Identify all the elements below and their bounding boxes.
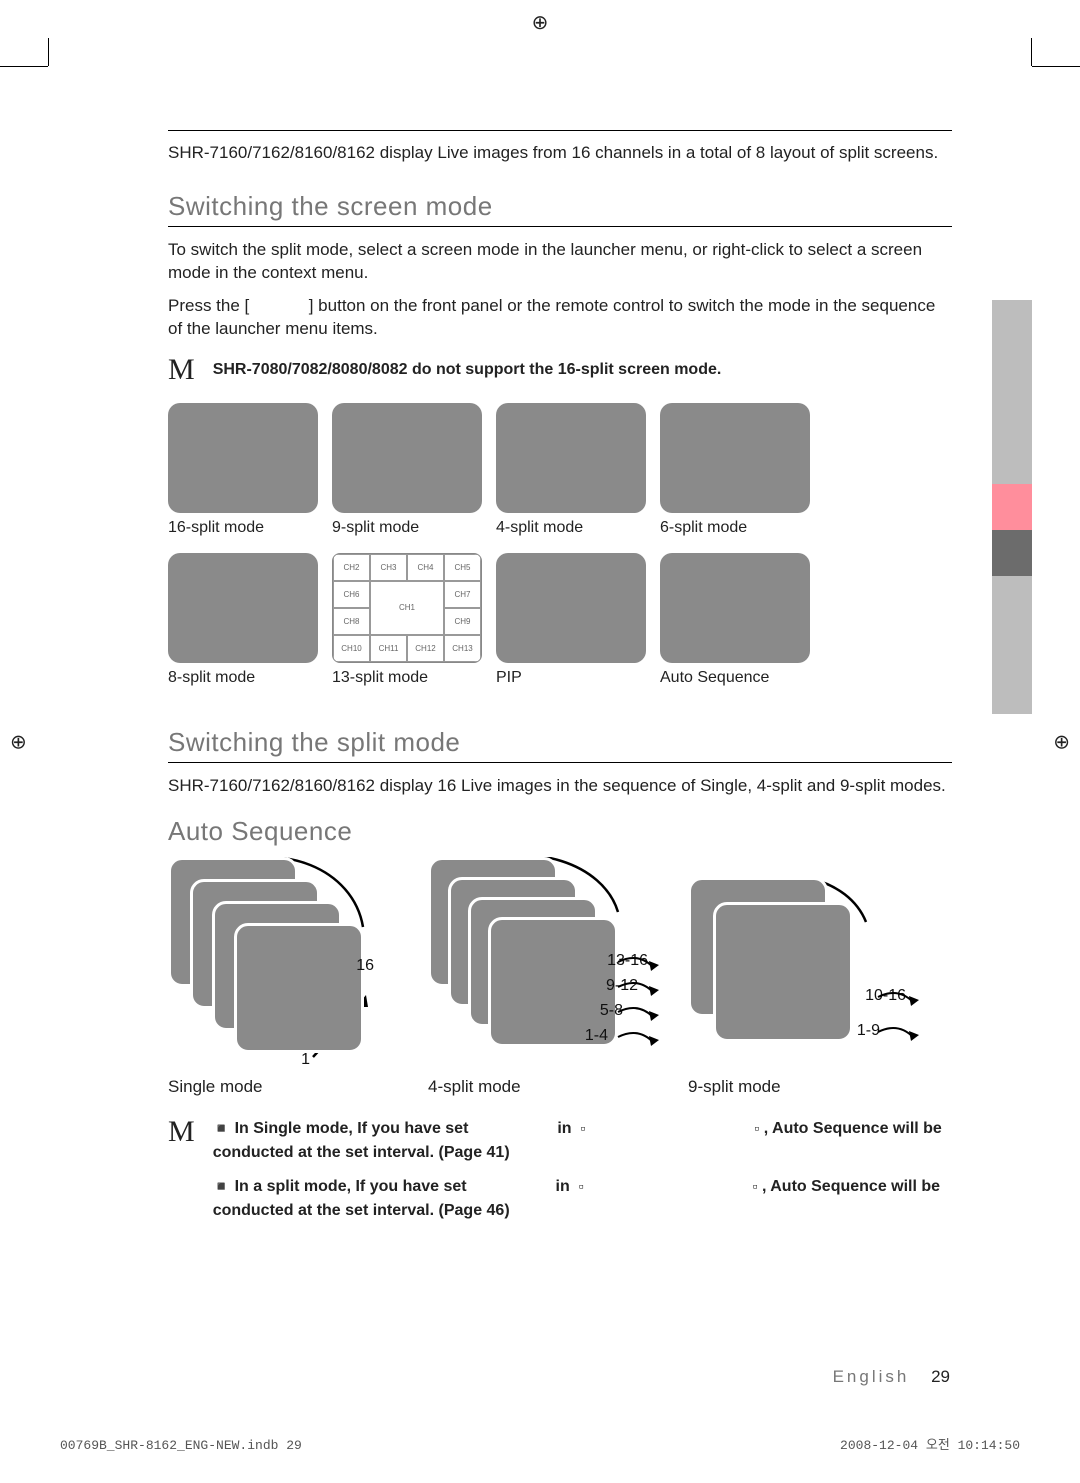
mode-cell-13split: CH2 CH3 CH4 CH5 CH6 CH1 CH7 CH8 CH9 CH10… [332, 553, 482, 697]
mode-label: 4-split mode [496, 519, 646, 537]
bullet-icon: ◾ [213, 1178, 230, 1194]
crop-mark [1032, 66, 1080, 67]
body-text: Press the [ ] button on the front panel … [168, 295, 952, 341]
page-footer: English 29 [833, 1367, 950, 1387]
intro-text: SHR-7160/7162/8160/8162 display Live ima… [168, 143, 952, 163]
note-block: M SHR-7080/7082/8080/8082 do not support… [168, 355, 952, 385]
mode-label: 9-split mode [332, 519, 482, 537]
thumb-13split: CH2 CH3 CH4 CH5 CH6 CH1 CH7 CH8 CH9 CH10… [332, 553, 482, 663]
seq-9split: 10-16 1-9 9-split mode [688, 877, 878, 1097]
section-heading-auto-sequence: Auto Sequence [168, 816, 952, 847]
mode-label: 13-split mode [332, 669, 482, 687]
note-line: ◾ In a split mode, If you have set in ▫ … [213, 1175, 952, 1223]
footer-language: English [833, 1367, 910, 1386]
seq-number: 1-4 [585, 1027, 608, 1045]
grid-cell: CH10 [333, 635, 370, 662]
mode-cell-4split: 4-split mode [496, 403, 646, 547]
mode-cell-autoseq: Auto Sequence [660, 553, 810, 697]
stack-single: 16 1 [168, 857, 368, 1067]
section-heading-screen-mode: Switching the screen mode [168, 191, 952, 222]
note-list: ◾ In Single mode, If you have set in ▫ ▫… [213, 1117, 952, 1223]
note-line: ◾ In Single mode, If you have set in ▫ ▫… [213, 1117, 952, 1165]
registration-mark-icon: ⊕ [10, 729, 27, 754]
mode-label: Auto Sequence [660, 669, 810, 687]
text-fragment: ] button on the front panel or the remot… [168, 296, 935, 338]
stack-four: 13-16 9-12 5-8 1-4 [428, 857, 628, 1067]
thumb-pip [496, 553, 646, 663]
note-text: SHR-7080/7082/8080/8082 do not support t… [213, 355, 722, 379]
grid-cell: CH7 [444, 581, 481, 608]
seq-label: 4-split mode [428, 1077, 521, 1097]
grid-cell: CH11 [370, 635, 407, 662]
note-icon: M [168, 355, 195, 385]
thumb-16split [168, 403, 318, 513]
seq-label: 9-split mode [688, 1077, 781, 1097]
rule [168, 762, 952, 763]
stack-nine: 10-16 1-9 [688, 877, 878, 1067]
card [234, 923, 364, 1053]
grid-13: CH2 CH3 CH4 CH5 CH6 CH1 CH7 CH8 CH9 CH10… [333, 554, 481, 662]
mode-label: 16-split mode [168, 519, 318, 537]
body-text: SHR-7160/7162/8160/8162 display 16 Live … [168, 775, 952, 798]
thumb-4split [496, 403, 646, 513]
mode-cell-9split: 9-split mode [332, 403, 482, 547]
grid-cell: CH6 [333, 581, 370, 608]
text-fragment: In a split mode, If you have set [235, 1178, 467, 1195]
seq-number: 16 [356, 957, 374, 975]
menu-path-icon: ▫ [753, 1178, 758, 1194]
bullet-icon: ◾ [213, 1120, 230, 1136]
text-fragment: In Single mode, If you have set [235, 1120, 469, 1137]
menu-path-icon: ▫ [754, 1120, 759, 1136]
grid-cell: CH4 [407, 554, 444, 581]
step-arrows-icon [873, 982, 933, 1052]
mode-label: 6-split mode [660, 519, 810, 537]
crop-mark [0, 66, 48, 67]
seq-single: 16 1 Single mode [168, 857, 368, 1097]
print-footer-right: 2008-12-04 오전 10:14:50 [840, 1434, 1020, 1453]
mode-label: 8-split mode [168, 669, 318, 687]
seq-4split: 13-16 9-12 5-8 1-4 4-split mode [428, 857, 628, 1097]
mode-cell-16split: 16-split mode [168, 403, 318, 547]
grid-cell: CH13 [444, 635, 481, 662]
thumb-autoseq [660, 553, 810, 663]
note-block: M ◾ In Single mode, If you have set in ▫… [168, 1117, 952, 1223]
grid-cell: CH5 [444, 554, 481, 581]
text-fragment: in [557, 1120, 571, 1137]
mode-cell-6split: 6-split mode [660, 403, 810, 547]
body-text: To switch the split mode, select a scree… [168, 239, 952, 285]
registration-mark-icon: ⊕ [1053, 729, 1070, 754]
menu-path-icon: ▫ [580, 1120, 585, 1136]
registration-mark-icon: ⊕ [532, 10, 549, 35]
split-mode-grid: 16-split mode 9-split mode 4-split mode … [168, 403, 952, 697]
thumb-6split [660, 403, 810, 513]
mode-cell-8split: 8-split mode [168, 553, 318, 697]
rule [168, 130, 952, 131]
grid-cell: CH9 [444, 608, 481, 635]
text-fragment: Press the [ [168, 296, 249, 315]
thumb-8split [168, 553, 318, 663]
grid-cell: CH8 [333, 608, 370, 635]
page-content: SHR-7160/7162/8160/8162 display Live ima… [48, 66, 1032, 1417]
grid-cell-main: CH1 [370, 581, 444, 635]
menu-path-icon: ▫ [579, 1178, 584, 1194]
seq-label: Single mode [168, 1077, 263, 1097]
grid-cell: CH3 [370, 554, 407, 581]
page-number: 29 [931, 1367, 950, 1386]
auto-sequence-diagrams: 16 1 Single mode 13-16 9-12 5-8 1-4 [168, 857, 952, 1097]
card [713, 902, 853, 1042]
crop-mark [48, 38, 49, 66]
mode-cell-pip: PIP [496, 553, 646, 697]
rule [168, 226, 952, 227]
crop-mark [1031, 38, 1032, 66]
grid-cell: CH12 [407, 635, 444, 662]
seq-number: 1 [301, 1051, 310, 1069]
text-fragment: in [556, 1178, 570, 1195]
section-heading-split-mode: Switching the split mode [168, 727, 952, 758]
mode-label: PIP [496, 669, 646, 687]
step-arrows-icon [613, 947, 673, 1057]
print-footer-left: 00769B_SHR-8162_ENG-NEW.indb 29 [60, 1438, 302, 1453]
note-icon: M [168, 1117, 195, 1147]
grid-cell: CH2 [333, 554, 370, 581]
thumb-9split [332, 403, 482, 513]
